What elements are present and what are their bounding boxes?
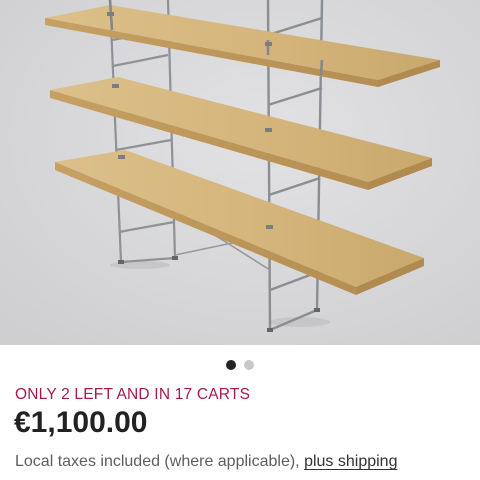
shipping-link[interactable]: plus shipping xyxy=(304,453,397,470)
price: €1,100.00 xyxy=(14,406,148,439)
listing-screen: ONLY 2 LEFT AND IN 17 CARTS €1,100.00 Lo… xyxy=(0,0,480,480)
carousel-dot-1[interactable] xyxy=(226,360,236,370)
carousel-dots xyxy=(0,360,480,370)
taxes-text: Local taxes included (where applicable), xyxy=(15,453,305,470)
stock-message: ONLY 2 LEFT AND IN 17 CARTS xyxy=(15,386,251,403)
product-image[interactable] xyxy=(0,0,480,345)
shelving-unit-photo xyxy=(0,0,480,345)
carousel-dot-2[interactable] xyxy=(244,360,254,370)
taxes-note: Local taxes included (where applicable),… xyxy=(15,453,397,471)
